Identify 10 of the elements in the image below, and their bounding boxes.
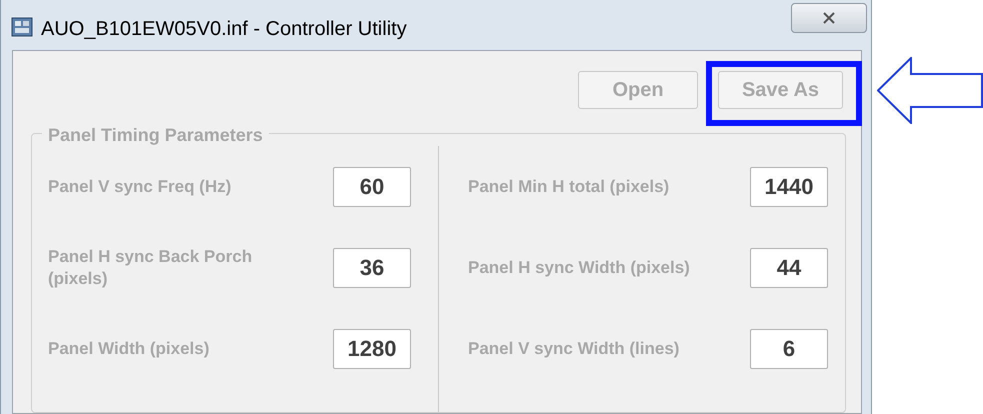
app-icon	[11, 17, 33, 37]
field-label: Panel Width (pixels)	[48, 338, 210, 360]
field-label: Panel Min H total (pixels)	[468, 176, 670, 198]
field-label: Panel V sync Width (lines)	[468, 338, 680, 360]
close-icon	[822, 12, 836, 24]
field-label: Panel V sync Freq (Hz)	[48, 176, 232, 198]
field-label: Panel H sync Back Porch (pixels)	[48, 246, 254, 290]
field-label: Panel H sync Width (pixels)	[468, 256, 691, 278]
window-title: AUO_B101EW05V0.inf - Controller Utility	[41, 17, 407, 42]
close-button[interactable]	[791, 3, 867, 33]
